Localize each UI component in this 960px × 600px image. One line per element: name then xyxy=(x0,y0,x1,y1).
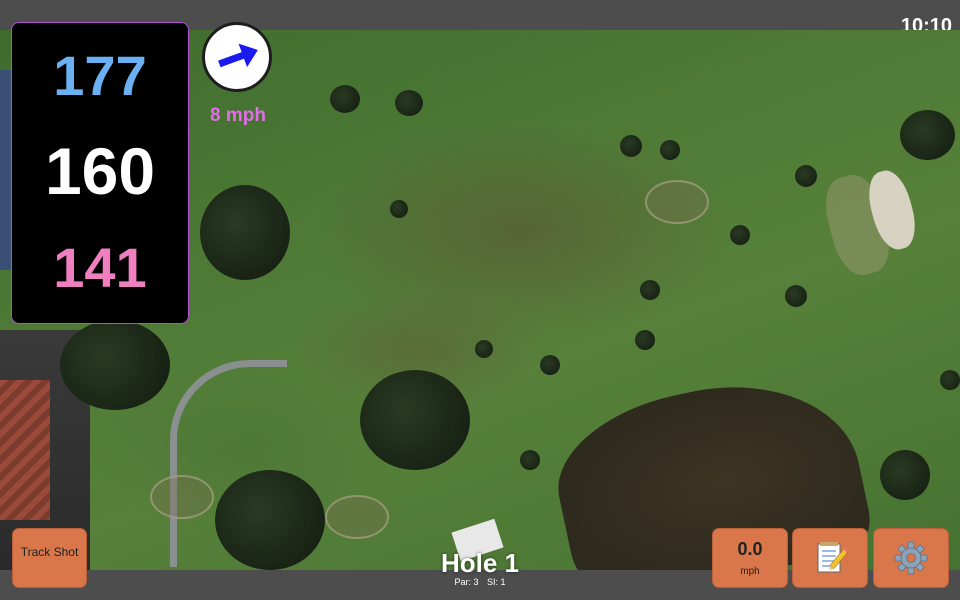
tree xyxy=(60,320,170,410)
tree xyxy=(395,90,423,116)
wind-speed: 8 mph xyxy=(210,105,266,126)
settings-button[interactable] xyxy=(873,528,949,588)
arrow-icon xyxy=(218,43,258,68)
distance-middle: 160 xyxy=(44,134,156,208)
hole-info: Par: 3 SI: 1 xyxy=(380,577,580,587)
tree xyxy=(475,340,493,358)
speed-value: 0.0 xyxy=(737,539,763,559)
distance-panel: 177 160 141 xyxy=(11,22,189,324)
tree xyxy=(940,370,960,390)
notepad-icon xyxy=(817,542,846,573)
tree xyxy=(215,470,325,570)
hole-par: Par: 3 xyxy=(454,577,479,587)
tree xyxy=(640,280,660,300)
tree xyxy=(360,370,470,470)
tree xyxy=(730,225,750,245)
tee-box xyxy=(645,180,709,224)
building-roof xyxy=(0,380,50,520)
tree xyxy=(520,450,540,470)
speed-unit: mph xyxy=(740,566,760,577)
tee-box xyxy=(150,475,214,519)
wind-indicator[interactable] xyxy=(202,22,272,92)
notes-button[interactable] xyxy=(792,528,868,588)
tree xyxy=(390,200,408,218)
gear-icon xyxy=(894,541,928,575)
tree xyxy=(785,285,807,307)
tee-box xyxy=(325,495,389,539)
tree xyxy=(330,85,360,113)
distance-back: 141 xyxy=(53,236,147,299)
track-shot-label: Track Shot xyxy=(20,545,79,559)
tree xyxy=(795,165,817,187)
distance-front: 177 xyxy=(53,44,147,107)
tree xyxy=(635,330,655,350)
tree xyxy=(880,450,930,500)
tree xyxy=(660,140,680,160)
track-shot-button[interactable]: Track Shot xyxy=(12,528,87,588)
hole-stroke-index: SI: 1 xyxy=(487,577,506,587)
speed-button[interactable]: 0.0 mph xyxy=(712,528,788,588)
tree xyxy=(540,355,560,375)
hole-title: Hole 1 xyxy=(440,548,520,578)
tree xyxy=(620,135,642,157)
tree xyxy=(900,110,955,160)
tree xyxy=(200,185,290,280)
